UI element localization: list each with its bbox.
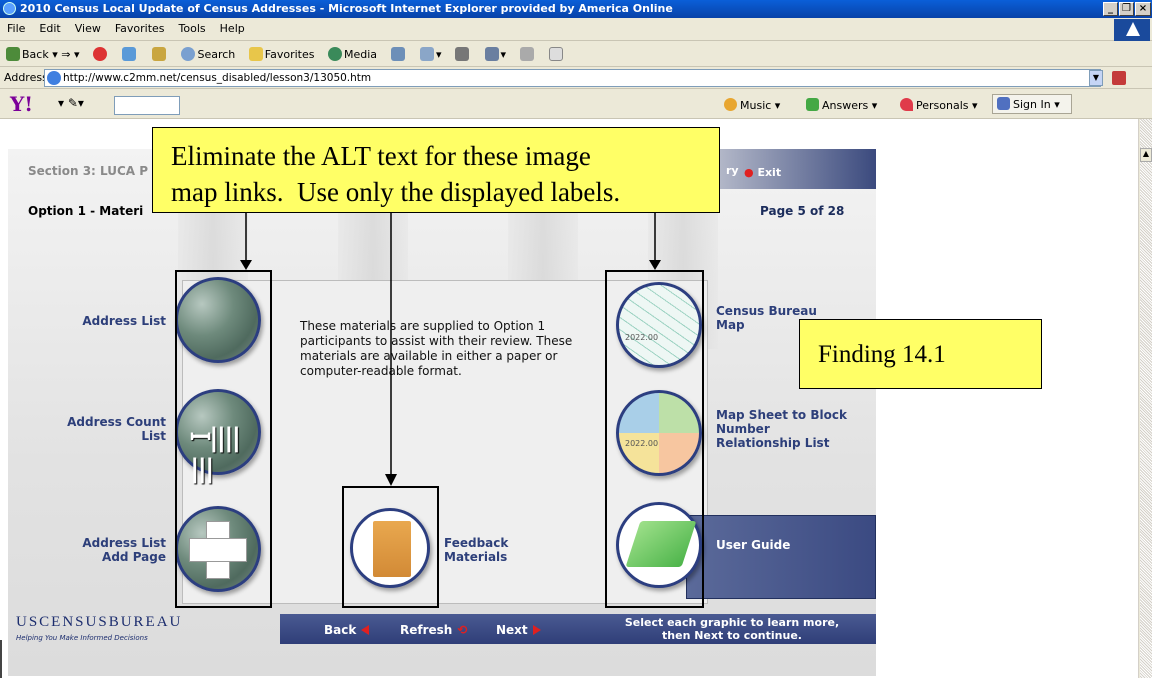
annotation-callout: Eliminate the ALT text for these image m… <box>152 127 720 213</box>
finding-label: Finding 14.1 <box>799 319 1042 389</box>
